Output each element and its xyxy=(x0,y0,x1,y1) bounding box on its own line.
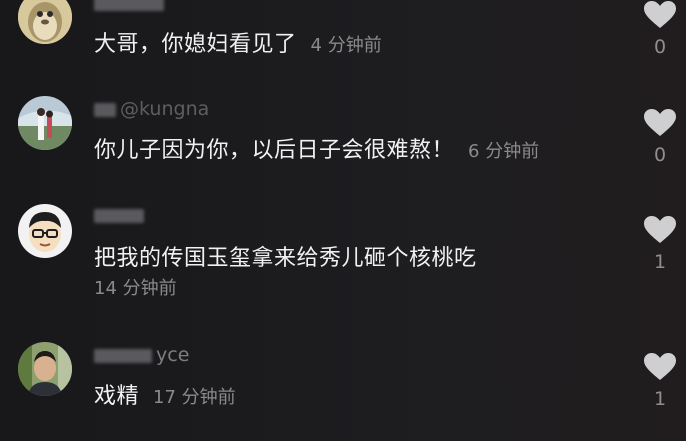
avatar[interactable] xyxy=(18,0,72,44)
comment-text: 把我的传国玉玺拿来给秀儿砸个核桃吃 xyxy=(94,240,477,272)
comment-text: 你儿子因为你，以后日子会很难熬！ 6 分钟前 xyxy=(94,132,539,164)
like-button[interactable]: 0 xyxy=(640,0,680,58)
like-count: 0 xyxy=(653,144,667,166)
avatar[interactable] xyxy=(18,96,72,150)
comment-username[interactable]: @kungna xyxy=(94,98,209,120)
comment-username[interactable] xyxy=(94,0,168,14)
comment-time: 17 分钟前 xyxy=(153,387,236,408)
avatar[interactable] xyxy=(18,342,72,396)
heart-icon xyxy=(644,216,676,243)
avatar[interactable] xyxy=(18,204,72,258)
comment-time: 6 分钟前 xyxy=(468,141,540,162)
comment-body: 你儿子因为你，以后日子会很难熬！ xyxy=(94,138,455,163)
like-button[interactable]: 1 xyxy=(640,215,680,273)
comment-body: 大哥，你媳妇看见了 xyxy=(94,32,297,57)
comment-body: 戏精 xyxy=(94,384,140,409)
comment-body: 把我的传国玉玺拿来给秀儿砸个核桃吃 xyxy=(94,246,477,271)
comment-time: 14 分钟前 xyxy=(94,278,177,299)
comment-username[interactable] xyxy=(94,204,148,226)
like-button[interactable]: 1 xyxy=(640,352,680,410)
like-count: 0 xyxy=(653,36,667,58)
comment-text: 戏精 17 分钟前 xyxy=(94,378,236,410)
heart-icon xyxy=(644,109,676,136)
comment-text: 大哥，你媳妇看见了 4 分钟前 xyxy=(94,26,382,58)
comment-time: 4 分钟前 xyxy=(310,35,382,56)
heart-icon xyxy=(644,353,676,380)
like-button[interactable]: 0 xyxy=(640,108,680,166)
comment-username[interactable]: yce xyxy=(94,344,189,366)
like-count: 1 xyxy=(653,251,667,273)
like-count: 1 xyxy=(653,388,667,410)
comment-list: 大哥，你媳妇看见了 4 分钟前 0 @kungna 你儿子因为你，以后日子会很难… xyxy=(0,0,686,441)
heart-icon xyxy=(644,1,676,28)
